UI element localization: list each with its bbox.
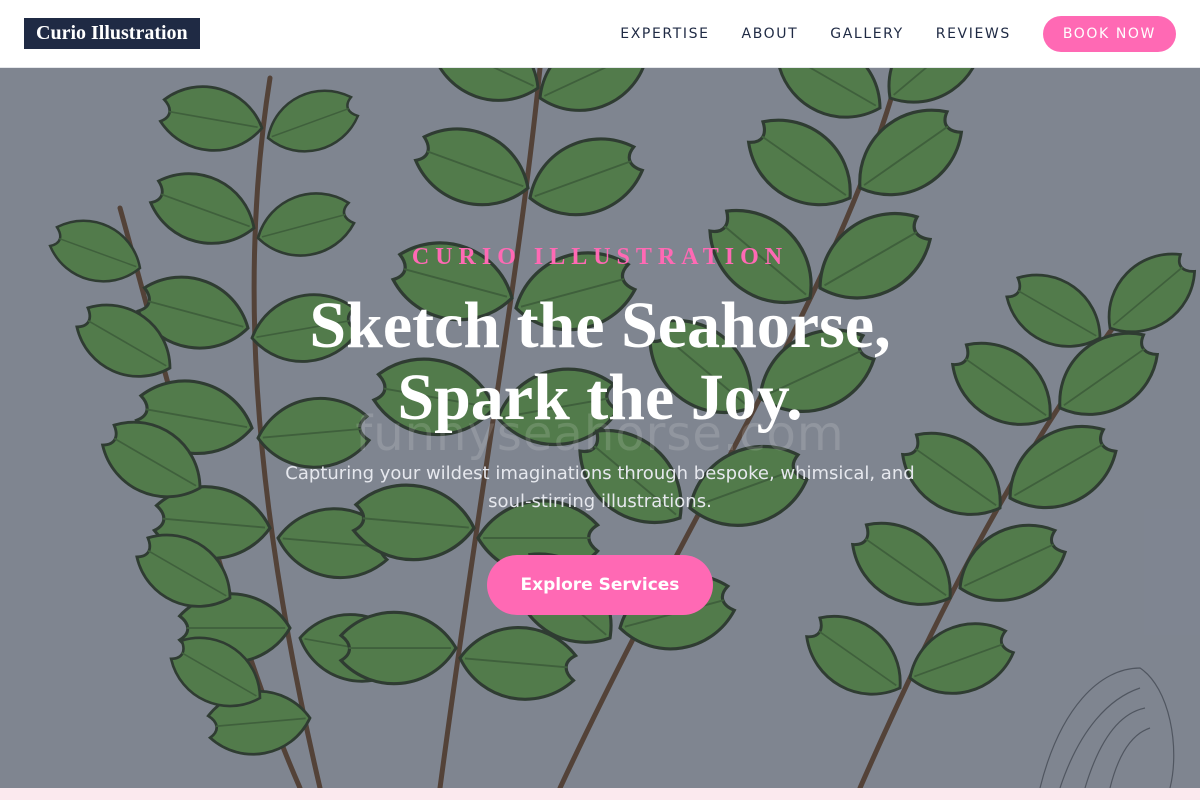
next-section-edge	[0, 788, 1200, 800]
nav-gallery[interactable]: GALLERY	[830, 26, 903, 42]
main-nav: EXPERTISE ABOUT GALLERY REVIEWS BOOK NOW	[588, 15, 1176, 52]
headline-line-1: Sketch the Seahorse,	[309, 289, 891, 362]
nav-expertise[interactable]: EXPERTISE	[620, 26, 709, 42]
headline-line-2: Spark the Joy.	[397, 361, 803, 434]
hero-subtext: Capturing your wildest imaginations thro…	[285, 463, 915, 512]
explore-services-button[interactable]: Explore Services	[487, 555, 713, 615]
hero-section: funnyseahorse.com CURIO ILLUSTRATION Ske…	[0, 68, 1200, 788]
hero-eyebrow: CURIO ILLUSTRATION	[411, 244, 789, 270]
site-header: Curio Illustration EXPERTISE ABOUT GALLE…	[0, 0, 1200, 68]
site-logo[interactable]: Curio Illustration	[24, 18, 200, 49]
nav-about[interactable]: ABOUT	[742, 26, 799, 42]
hero-headline: Sketch the Seahorse, Spark the Joy.	[0, 290, 1200, 434]
nav-reviews[interactable]: REVIEWS	[936, 26, 1011, 42]
book-now-button[interactable]: BOOK NOW	[1042, 15, 1176, 52]
